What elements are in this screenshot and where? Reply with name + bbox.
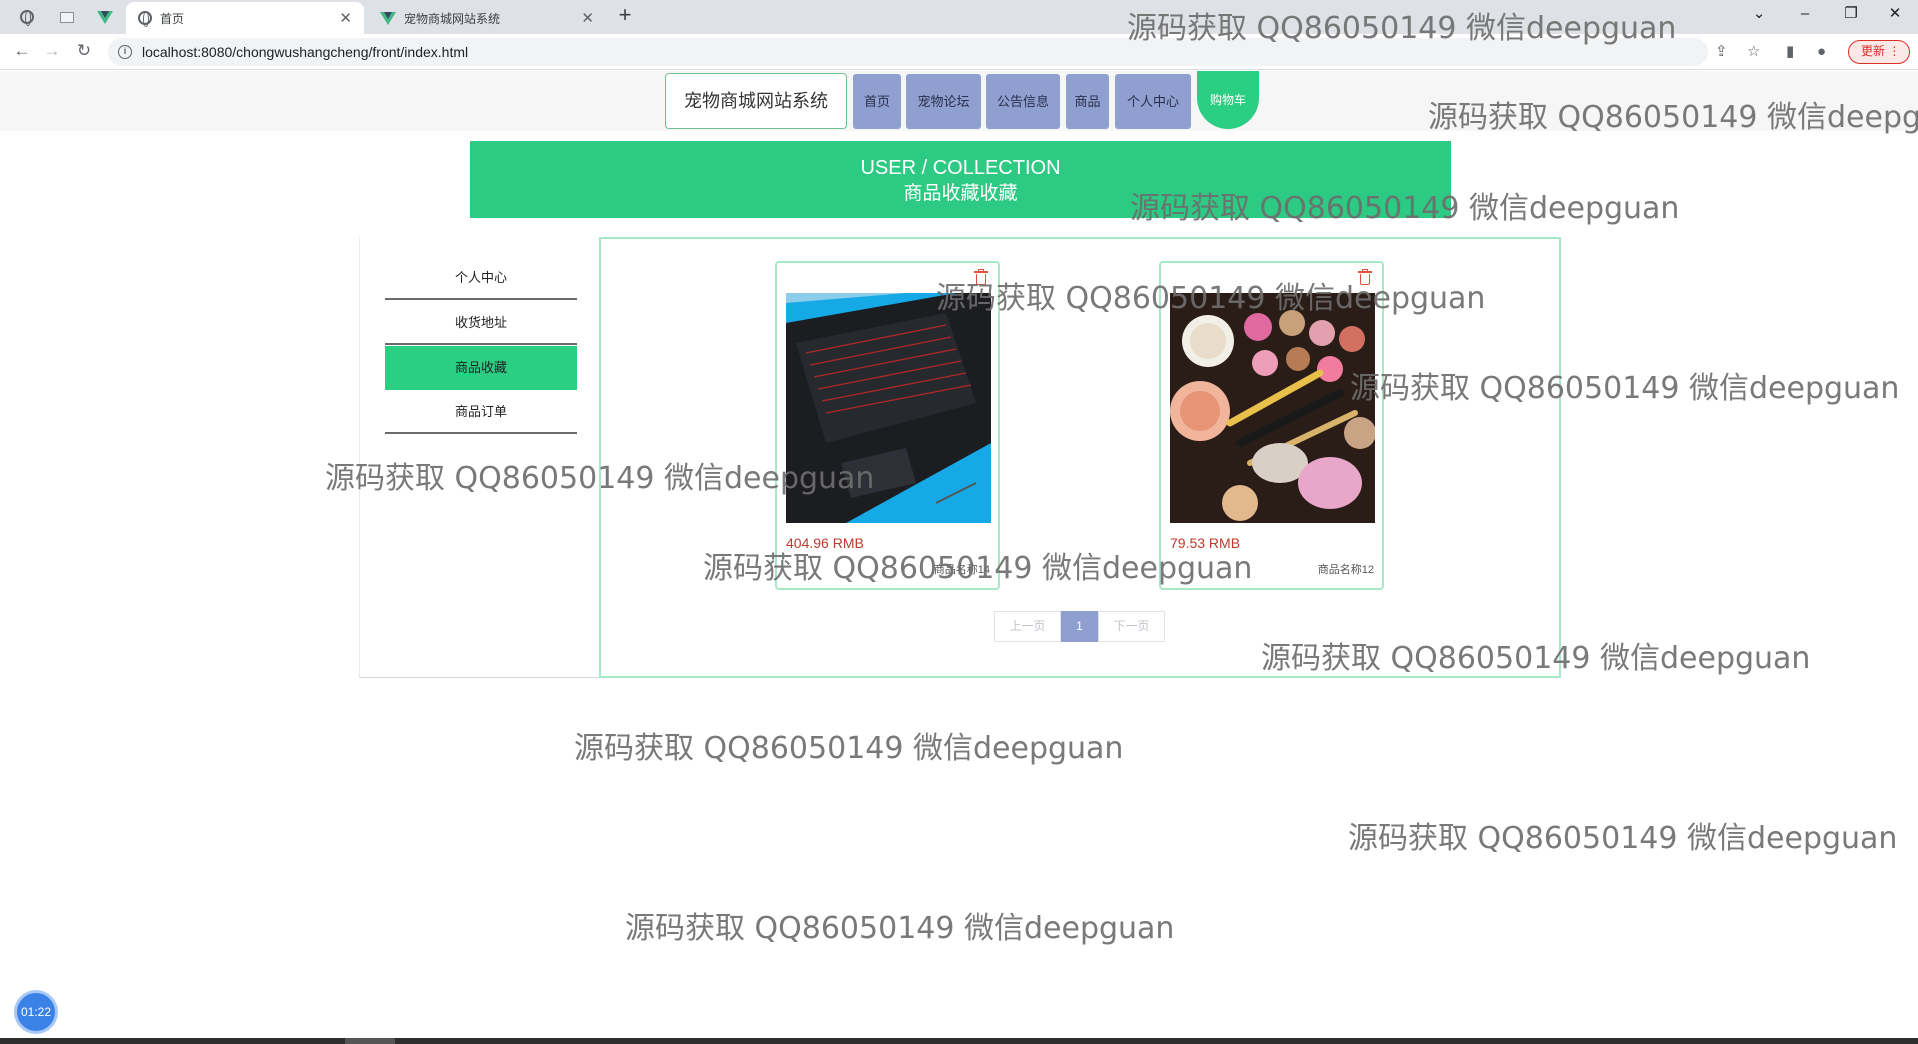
nav-products[interactable]: 商品: [1066, 74, 1109, 129]
watermark: 源码获取 QQ86050149 微信deepguan: [325, 461, 875, 496]
tab-search-chevron-icon[interactable]: ⌄: [1736, 0, 1782, 30]
sidebar-item-favorites[interactable]: 商品收藏: [385, 346, 577, 390]
watermark: 源码获取 QQ86050149 微信deepguan: [1348, 821, 1898, 856]
minimize-icon[interactable]: –: [1782, 0, 1828, 30]
restore-icon[interactable]: ❐: [1828, 0, 1874, 30]
pinned-tab-vue[interactable]: [88, 4, 122, 30]
banner-title-en: USER / COLLECTION: [860, 157, 1061, 179]
product-name[interactable]: 商品名称12: [1318, 561, 1374, 577]
watermark: 源码获取 QQ86050149 微信deepguan: [625, 911, 1175, 946]
new-tab-button[interactable]: +: [612, 3, 638, 29]
pinned-tab-globe[interactable]: [10, 4, 44, 30]
watermark: 源码获取 QQ86050149 微信deepguan: [1261, 641, 1811, 676]
tab-title: 宠物商城网站系统: [404, 11, 501, 26]
recording-timer[interactable]: 01:22: [14, 990, 58, 1034]
next-page-button[interactable]: 下一页: [1098, 611, 1165, 642]
sidebar-item-address[interactable]: 收货地址: [385, 301, 577, 345]
bookmark-star-icon[interactable]: ☆: [1747, 42, 1760, 62]
tab-title: 首页: [160, 11, 185, 26]
taskbar-strip: [0, 1038, 1918, 1044]
profile-avatar-icon[interactable]: ●: [1817, 42, 1826, 62]
page-icon: [60, 11, 74, 23]
watermark: 源码获取 QQ86050149 微信deepguan: [936, 281, 1486, 316]
nav-home[interactable]: 首页: [853, 74, 901, 129]
watermark: 源码获取 QQ86050149 微信deepgu: [1428, 100, 1918, 135]
back-arrow-icon[interactable]: ←: [10, 40, 34, 64]
close-icon[interactable]: ✕: [581, 9, 594, 27]
watermark: 源码获取 QQ86050149 微信deepguan: [703, 551, 1253, 586]
vue-icon: [97, 10, 113, 24]
tab-pet-mall[interactable]: 宠物商城网站系统 ✕: [368, 2, 606, 34]
watermark: 源码获取 QQ86050149 微信deepguan: [1127, 11, 1677, 46]
reload-icon[interactable]: ↻: [72, 40, 96, 64]
close-icon[interactable]: ✕: [339, 9, 352, 27]
site-title[interactable]: 宠物商城网站系统: [665, 73, 847, 129]
sidebar-item-orders[interactable]: 商品订单: [385, 390, 577, 434]
vue-icon: [380, 11, 396, 25]
forward-arrow-icon[interactable]: →: [40, 40, 64, 64]
nav-user-center[interactable]: 个人中心: [1115, 74, 1191, 129]
tab-home[interactable]: 首页 ✕: [126, 2, 364, 34]
sidebar-item-user-center[interactable]: 个人中心: [385, 256, 577, 300]
page-1-button[interactable]: 1: [1061, 611, 1098, 642]
nav-announcements[interactable]: 公告信息: [986, 74, 1060, 129]
prev-page-button[interactable]: 上一页: [994, 611, 1061, 642]
globe-icon: [20, 10, 34, 26]
share-icon[interactable]: ⇪: [1715, 42, 1728, 62]
url-text[interactable]: localhost:8080/chongwushangcheng/front/i…: [142, 44, 468, 60]
product-image-makeup[interactable]: [1170, 293, 1375, 523]
pinned-tab-blank[interactable]: [50, 4, 84, 30]
update-button[interactable]: 更新 ⋮: [1848, 40, 1910, 64]
window-close-icon[interactable]: ✕: [1872, 0, 1918, 30]
watermark: 源码获取 QQ86050149 微信deepguan: [1350, 371, 1900, 406]
nav-pet-forum[interactable]: 宠物论坛: [906, 74, 981, 129]
pagination: 上一页 1 下一页: [994, 611, 1165, 642]
watermark: 源码获取 QQ86050149 微信deepguan: [1130, 191, 1680, 226]
side-panel-icon[interactable]: ▮: [1786, 42, 1794, 62]
update-label: 更新: [1861, 44, 1886, 58]
globe-icon: [138, 11, 152, 27]
watermark: 源码获取 QQ86050149 微信deepguan: [574, 731, 1124, 766]
info-icon[interactable]: i: [118, 45, 132, 59]
